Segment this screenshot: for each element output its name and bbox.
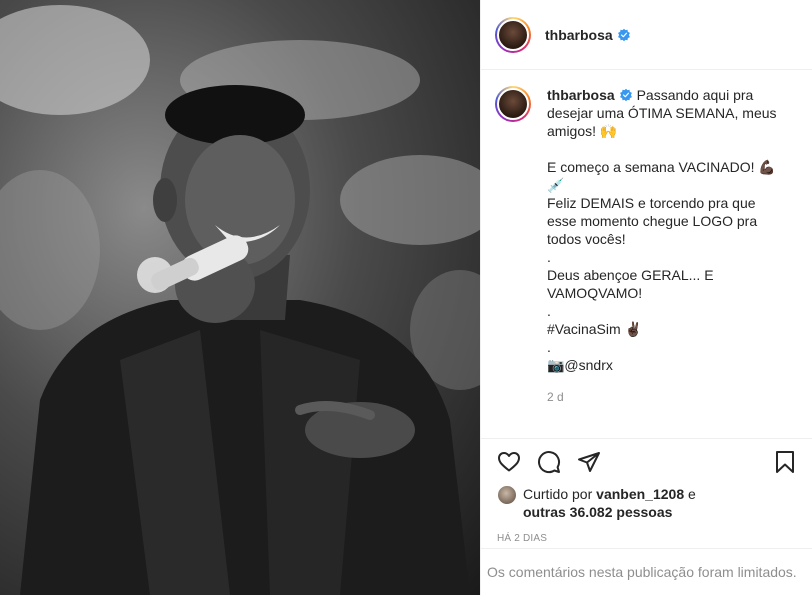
- caption-hashtag[interactable]: #VacinaSim ✌🏿: [547, 320, 799, 338]
- caption-text: thbarbosa Passando aqui pra desejar uma …: [547, 86, 799, 440]
- caption-section: thbarbosa Passando aqui pra desejar uma …: [481, 70, 812, 440]
- likes-prefix: Curtido por: [523, 486, 593, 502]
- likes-others-link[interactable]: outras 36.082 pessoas: [523, 504, 672, 520]
- heart-icon[interactable]: [497, 450, 521, 474]
- action-bar: [497, 439, 797, 485]
- caption-line: Feliz DEMAIS e torcendo pra que: [547, 195, 756, 211]
- author-avatar[interactable]: [495, 16, 531, 53]
- caption-line: .: [547, 303, 551, 319]
- post-actions-section: Curtido por vanben_1208 e outras 36.082 …: [481, 438, 812, 544]
- comments-limited-notice: Os comentários nesta publicação foram li…: [481, 548, 812, 595]
- caption-line: desejar uma ÓTIMA SEMANA, meus: [547, 105, 777, 121]
- caption-line: Passando aqui pra: [636, 87, 754, 103]
- caption-line: .: [547, 249, 551, 265]
- liker-username[interactable]: vanben_1208: [596, 486, 684, 502]
- caption-line: 💉: [547, 177, 565, 193]
- caption-timestamp[interactable]: 2 d: [547, 388, 799, 406]
- likes-summary: Curtido por vanben_1208 e outras 36.082 …: [497, 485, 797, 521]
- caption-line: E começo a semana VACINADO! 💪🏿: [547, 159, 776, 175]
- post-details-panel: thbarbosa thbarbosa Passando aqui pra de…: [480, 0, 812, 595]
- caption-username[interactable]: thbarbosa: [547, 87, 615, 103]
- caption-author-avatar[interactable]: [495, 86, 531, 122]
- caption-line: VAMOQVAMO!: [547, 285, 643, 301]
- verified-badge-icon: [619, 88, 632, 102]
- post-date[interactable]: HÁ 2 DIAS: [497, 533, 797, 544]
- likes-connector: e: [688, 486, 696, 502]
- caption-line: amigos! 🙌: [547, 123, 618, 139]
- verified-badge-icon: [617, 28, 630, 41]
- caption-line: .: [547, 339, 551, 355]
- caption-line: todos vocês!: [547, 231, 626, 247]
- photo-illustration: [0, 5, 480, 595]
- caption-line: Deus abençoe GERAL... E: [547, 267, 714, 283]
- liker-avatar[interactable]: [497, 485, 517, 505]
- comment-icon[interactable]: [537, 450, 561, 474]
- caption-line: esse momento chegue LOGO pra: [547, 213, 758, 229]
- caption-photo-credit[interactable]: 📷@sndrx: [547, 356, 799, 374]
- author-username[interactable]: thbarbosa: [545, 27, 613, 43]
- share-icon[interactable]: [577, 450, 601, 474]
- bookmark-icon[interactable]: [773, 450, 797, 474]
- post-photo[interactable]: [0, 0, 480, 595]
- post-header: thbarbosa: [481, 0, 812, 70]
